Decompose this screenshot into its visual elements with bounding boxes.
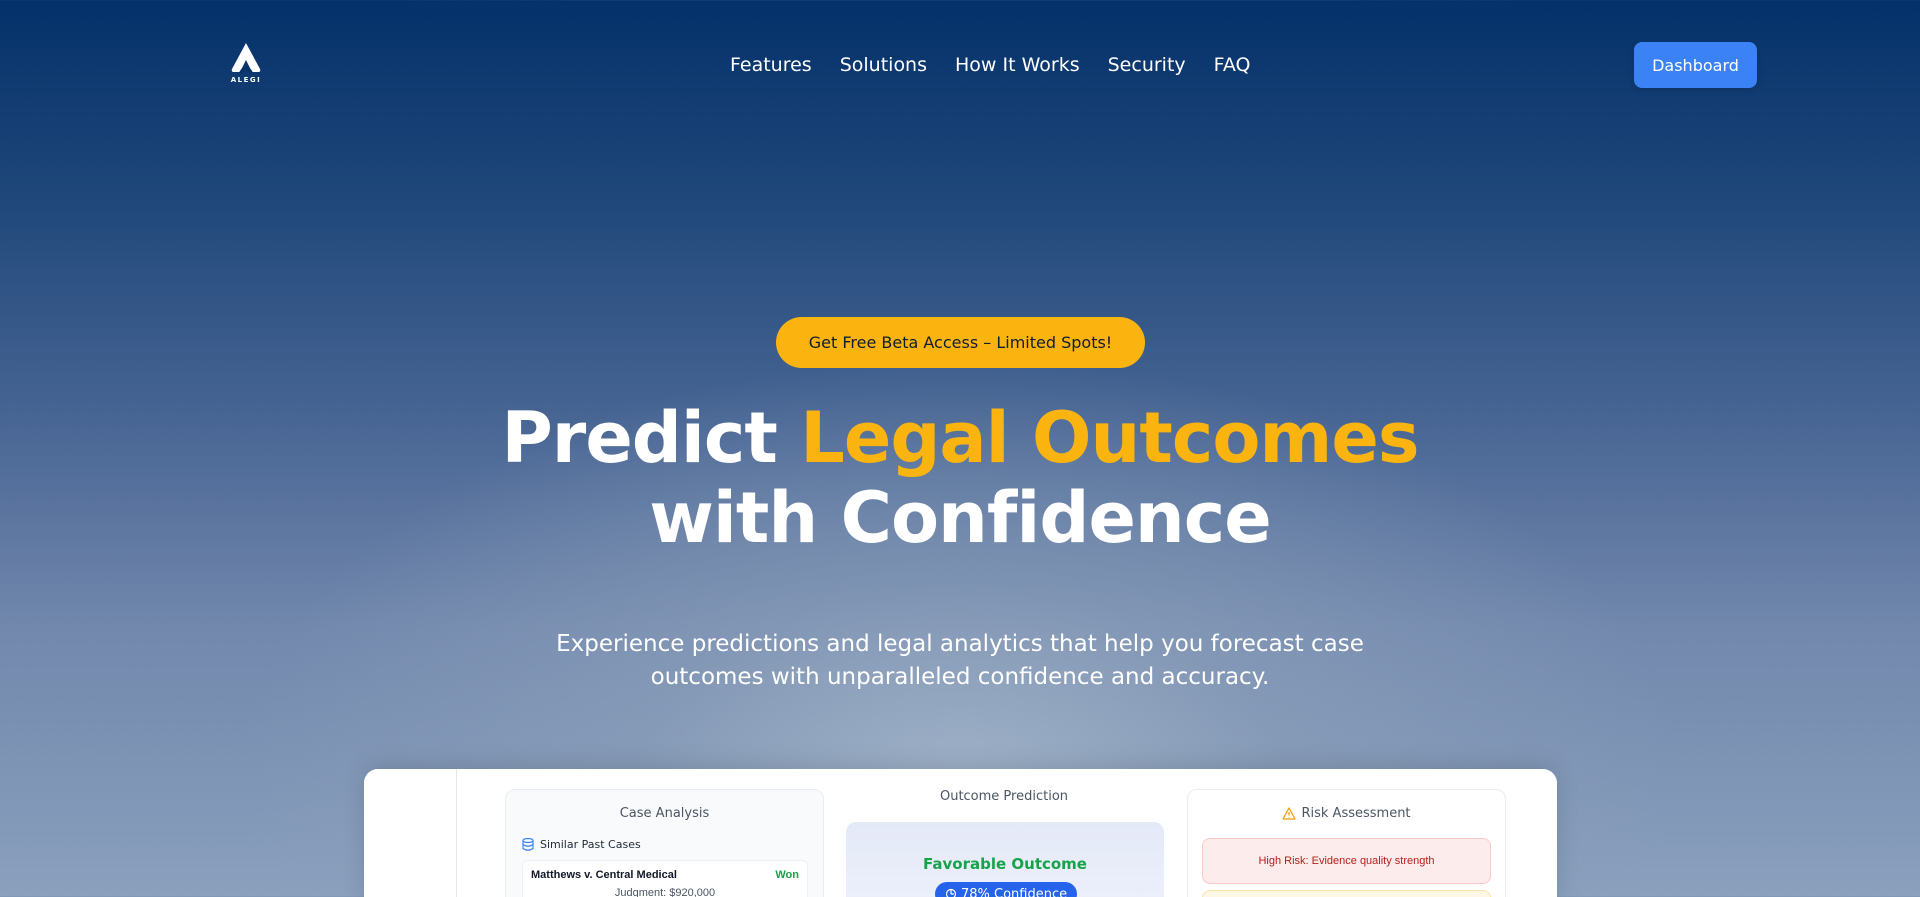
hero-subtitle: Experience predictions and legal analyti… (556, 631, 1364, 690)
top-nav: ALEGI Features Solutions How It Works Se… (0, 0, 1920, 130)
headline-accent: Legal Outcomes (800, 397, 1419, 479)
similar-cases-heading: Similar Past Cases (522, 838, 641, 851)
confidence-badge: 78% Confidence (935, 882, 1078, 897)
nav-link-security[interactable]: Security (1108, 52, 1186, 78)
headline-part2: with Confidence (649, 477, 1271, 559)
case-judgment: Judgment: $920,000 (614, 887, 716, 897)
nav-link-how-it-works[interactable]: How It Works (955, 52, 1080, 78)
dashboard-preview: Case Analysis Similar Past Cases Matthew… (364, 769, 1557, 897)
warning-icon (1282, 807, 1297, 820)
medium-risk-item[interactable] (1202, 890, 1491, 897)
beta-access-button[interactable]: Get Free Beta Access – Limited Spots! (776, 317, 1145, 368)
risk-assessment-card: Risk Assessment High Risk: Evidence qual… (1187, 789, 1506, 897)
preview-sidebar (364, 769, 457, 897)
headline-part1: Predict (501, 397, 801, 479)
case-name: Matthews v. Central Medical (531, 869, 677, 881)
hero-headline: Predict Legal Outcomes with Confidence (0, 398, 1920, 558)
dashboard-button[interactable]: Dashboard (1634, 42, 1757, 88)
gauge-icon (945, 888, 957, 897)
brand-logo[interactable]: ALEGI (228, 42, 264, 88)
high-risk-item[interactable]: High Risk: Evidence quality strength (1202, 838, 1491, 884)
outcome-prediction-title: Outcome Prediction (939, 789, 1069, 804)
confidence-text: 78% Confidence (961, 886, 1068, 897)
case-analysis-card: Case Analysis Similar Past Cases Matthew… (505, 789, 824, 897)
nav-link-solutions[interactable]: Solutions (840, 52, 927, 78)
risk-assessment-title: Risk Assessment (1301, 806, 1411, 821)
logo-text: ALEGI (230, 76, 262, 84)
case-analysis-title: Case Analysis (619, 806, 710, 821)
case-status-badge: Won (775, 869, 799, 881)
database-icon (522, 838, 534, 851)
outcome-label: Favorable Outcome (923, 855, 1087, 873)
case-list-item[interactable]: Matthews v. Central Medical Won Judgment… (522, 860, 808, 897)
nav-links: Features Solutions How It Works Security… (730, 52, 1250, 78)
nav-link-features[interactable]: Features (730, 52, 812, 78)
logo-icon (231, 43, 261, 74)
risk-assessment-heading: Risk Assessment (1188, 806, 1505, 821)
similar-cases-label: Similar Past Cases (540, 838, 641, 851)
outcome-prediction-box: Favorable Outcome 78% Confidence (846, 822, 1164, 897)
nav-link-faq[interactable]: FAQ (1214, 52, 1251, 78)
